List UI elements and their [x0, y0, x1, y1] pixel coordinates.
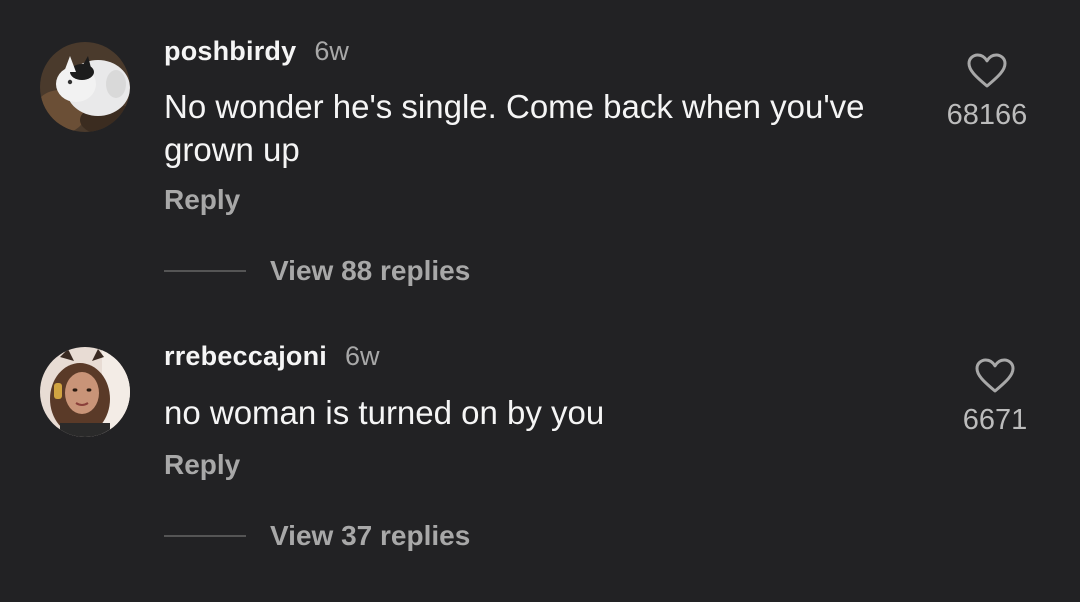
divider [164, 535, 246, 537]
view-replies-button[interactable]: View 37 replies [164, 520, 470, 552]
view-replies-label: View 37 replies [270, 520, 471, 551]
user-photo-avatar-icon [40, 347, 130, 437]
avatar[interactable] [40, 347, 130, 437]
heart-outline-icon[interactable] [975, 358, 1015, 394]
reply-button[interactable]: Reply [164, 449, 240, 481]
like-group: 6671 [935, 358, 1055, 437]
comment-header: rrebeccajoni 6w [164, 341, 380, 372]
timestamp: 6w [344, 341, 380, 371]
like-count: 6671 [962, 404, 1028, 436]
comment-text: no woman is turned on by you [164, 394, 605, 431]
comment-item: rrebeccajoni 6w no woman is turned on by… [0, 0, 1080, 602]
username[interactable]: rrebeccajoni [164, 341, 327, 372]
